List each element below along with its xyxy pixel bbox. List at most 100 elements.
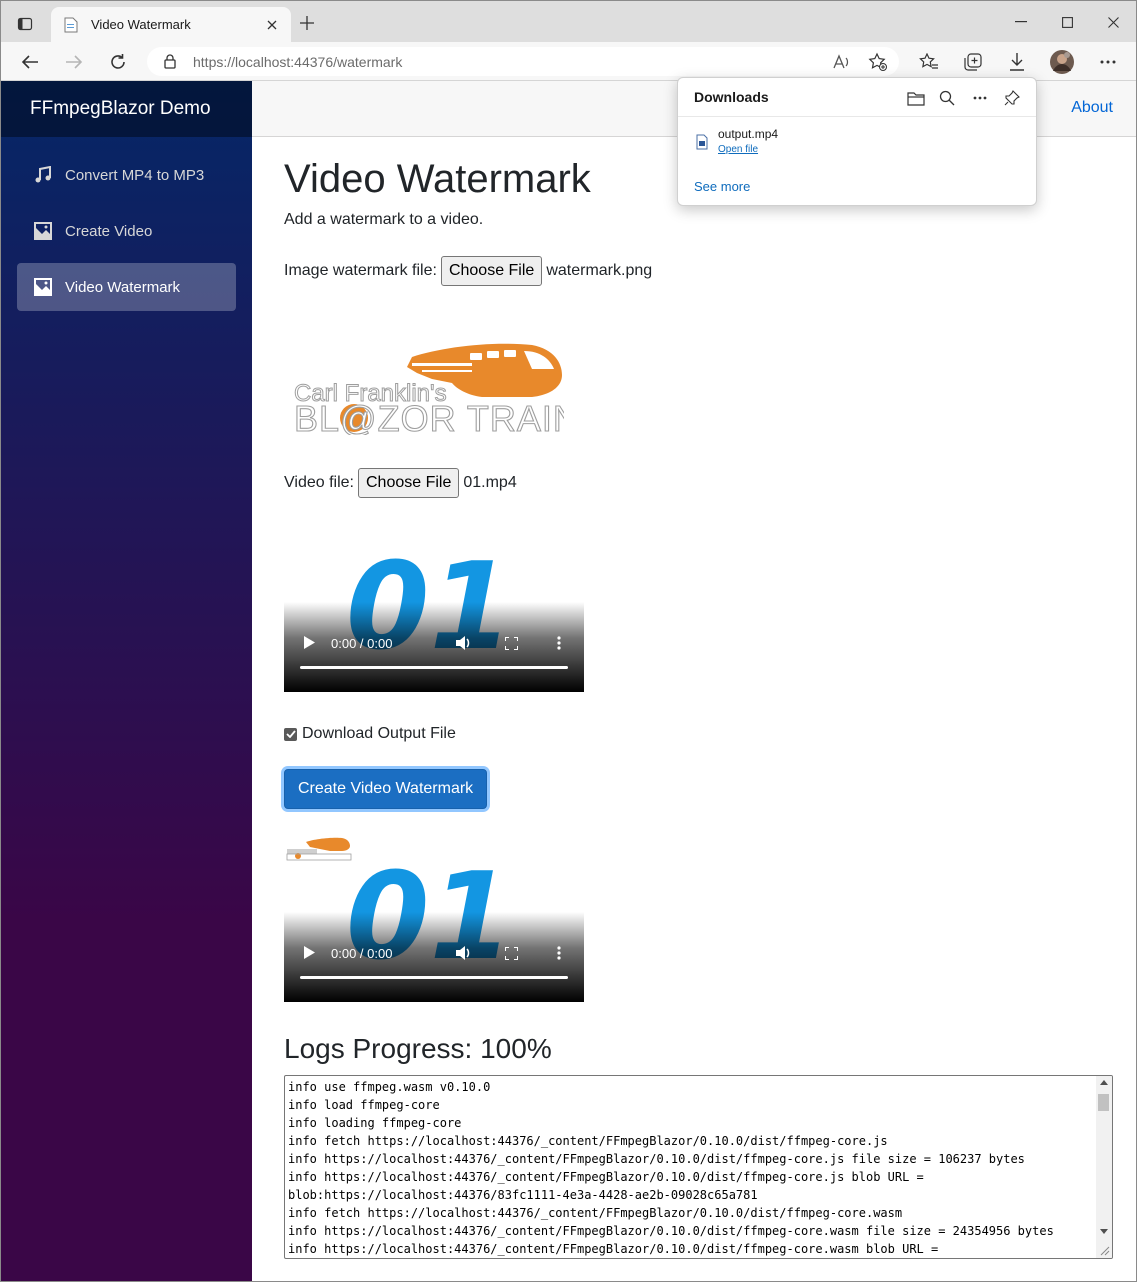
search-icon[interactable]: [935, 86, 959, 110]
brand-title[interactable]: FFmpegBlazor Demo: [1, 81, 252, 137]
log-line: info https://localhost:44376/_content/FF…: [288, 1242, 939, 1256]
logs-scrollbar[interactable]: [1096, 1076, 1112, 1258]
sidebar: FFmpegBlazor Demo Convert MP4 to MP3 Cre…: [1, 81, 252, 1281]
url-host: https://localhost: [193, 54, 291, 70]
create-video-watermark-button[interactable]: Create Video Watermark: [284, 769, 488, 809]
about-link[interactable]: About: [1071, 99, 1113, 117]
read-aloud-icon[interactable]: [831, 51, 853, 73]
tab-strip: Video Watermark: [1, 1, 1136, 42]
video-time: 0:00 / 0:00: [331, 636, 393, 651]
sidebar-item-label: Convert MP4 to MP3: [65, 166, 205, 184]
image-icon: [33, 221, 53, 241]
music-note-icon: [33, 165, 53, 185]
add-favorite-icon[interactable]: [867, 51, 889, 73]
log-line: info https://localhost:44376/_content/FF…: [288, 1152, 1025, 1166]
video-options-icon[interactable]: [557, 636, 561, 655]
log-line: info fetch https://localhost:44376/_cont…: [288, 1206, 903, 1220]
tab-actions-icon[interactable]: [13, 12, 37, 36]
image-file-name: watermark.png: [546, 262, 653, 279]
downloads-title: Downloads: [694, 89, 769, 105]
logo-line2: BL@ZOR TRAIN: [294, 398, 564, 435]
new-tab-icon[interactable]: [297, 13, 317, 33]
image-choose-file-button[interactable]: Choose File: [440, 256, 543, 286]
downloads-flyout: Downloads output.mp4 Open file See more: [677, 77, 1037, 206]
profile-avatar[interactable]: [1049, 49, 1075, 75]
scroll-thumb[interactable]: [1098, 1094, 1109, 1111]
page-favicon-icon: [63, 17, 79, 33]
download-checkbox-row: Download Output File: [284, 725, 456, 743]
scroll-up-icon[interactable]: [1100, 1080, 1108, 1085]
scroll-down-icon[interactable]: [1100, 1229, 1108, 1234]
browser-toolbar: https://localhost:44376/watermark: [1, 42, 1136, 81]
back-icon[interactable]: [17, 49, 43, 75]
log-line: info fetch https://localhost:44376/_cont…: [288, 1134, 888, 1148]
tab-title: Video Watermark: [91, 17, 191, 32]
nav-menu: Convert MP4 to MP3 Create Video Video Wa…: [1, 137, 252, 311]
pin-icon[interactable]: [1000, 86, 1024, 110]
log-line: info https://localhost:44376/_content/FF…: [288, 1170, 924, 1184]
image-file-row: Image watermark file: Choose File waterm…: [284, 256, 652, 286]
sidebar-item-convert-mp4-to-mp3[interactable]: Convert MP4 to MP3: [17, 151, 236, 199]
download-file-name[interactable]: output.mp4: [718, 127, 778, 141]
video-file-label: Video file:: [284, 474, 354, 491]
downloads-icon[interactable]: [1004, 49, 1030, 75]
minimize-icon[interactable]: [998, 7, 1044, 37]
more-menu-icon[interactable]: [1095, 49, 1121, 75]
volume-icon[interactable]: [456, 946, 472, 965]
open-file-link[interactable]: Open file: [718, 144, 758, 155]
tab-close-icon[interactable]: [263, 16, 281, 34]
browser-tab[interactable]: Video Watermark: [51, 7, 291, 42]
video-file-name: 01.mp4: [463, 474, 517, 491]
resize-grip-icon[interactable]: [1098, 1244, 1110, 1256]
video-file-icon: [696, 134, 708, 150]
video-controls: [284, 602, 584, 692]
lock-icon[interactable]: [163, 54, 177, 69]
logs-textarea[interactable]: info use ffmpeg.wasm v0.10.0 info load f…: [284, 1075, 1113, 1259]
address-bar[interactable]: https://localhost:44376/watermark: [147, 47, 899, 76]
play-icon[interactable]: [304, 636, 315, 654]
sidebar-item-label: Create Video: [65, 222, 153, 240]
divider: [678, 116, 1036, 117]
image-file-label: Image watermark file:: [284, 262, 437, 279]
log-line: info load ffmpeg-core: [288, 1098, 440, 1112]
sidebar-item-video-watermark[interactable]: Video Watermark: [17, 263, 236, 311]
log-lines: info use ffmpeg.wasm v0.10.0 info load f…: [285, 1076, 1112, 1258]
video-controls: [284, 912, 584, 1002]
video-seek-bar[interactable]: [300, 976, 568, 979]
log-line: info use ffmpeg.wasm v0.10.0: [288, 1080, 491, 1094]
logs-progress-title: Logs Progress: 100%: [284, 1033, 552, 1064]
video-seek-bar[interactable]: [300, 666, 568, 669]
close-window-icon[interactable]: [1090, 7, 1136, 37]
sidebar-item-create-video[interactable]: Create Video: [17, 207, 236, 255]
fullscreen-icon[interactable]: [504, 946, 519, 965]
video-choose-file-button[interactable]: Choose File: [357, 468, 460, 498]
video-time: 0:00 / 0:00: [331, 946, 393, 961]
input-video-player[interactable]: 01 0:00 / 0:00: [284, 522, 584, 692]
video-options-icon[interactable]: [557, 946, 561, 965]
play-icon[interactable]: [304, 946, 315, 964]
url-text[interactable]: https://localhost:44376/watermark: [193, 54, 402, 70]
more-options-icon[interactable]: [968, 86, 992, 110]
page-title: Video Watermark: [284, 157, 591, 201]
sidebar-item-label: Video Watermark: [65, 278, 181, 296]
collections-icon[interactable]: [960, 49, 986, 75]
maximize-icon[interactable]: [1044, 7, 1090, 37]
refresh-icon[interactable]: [105, 49, 131, 75]
see-more-link[interactable]: See more: [694, 179, 750, 194]
watermark-overlay: [286, 837, 352, 861]
download-checkbox-label[interactable]: Download Output File: [302, 725, 456, 743]
volume-icon[interactable]: [456, 636, 472, 655]
log-line: info https://localhost:44376/_content/FF…: [288, 1224, 1054, 1238]
forward-icon[interactable]: [61, 49, 87, 75]
page-subtitle: Add a watermark to a video.: [284, 211, 484, 228]
log-line: blob:https://localhost:44376/83fc1111-4e…: [288, 1188, 758, 1202]
download-output-checkbox[interactable]: [284, 727, 297, 741]
favorites-icon[interactable]: [916, 49, 942, 75]
log-line: info loading ffmpeg-core: [288, 1116, 462, 1130]
url-path: :44376/watermark: [290, 54, 403, 70]
output-video-player[interactable]: 01 0:00 / 0:00: [284, 832, 584, 1002]
fullscreen-icon[interactable]: [504, 636, 519, 655]
open-folder-icon[interactable]: [904, 86, 928, 110]
video-file-row: Video file: Choose File 01.mp4: [284, 468, 517, 498]
image-icon: [33, 277, 53, 297]
